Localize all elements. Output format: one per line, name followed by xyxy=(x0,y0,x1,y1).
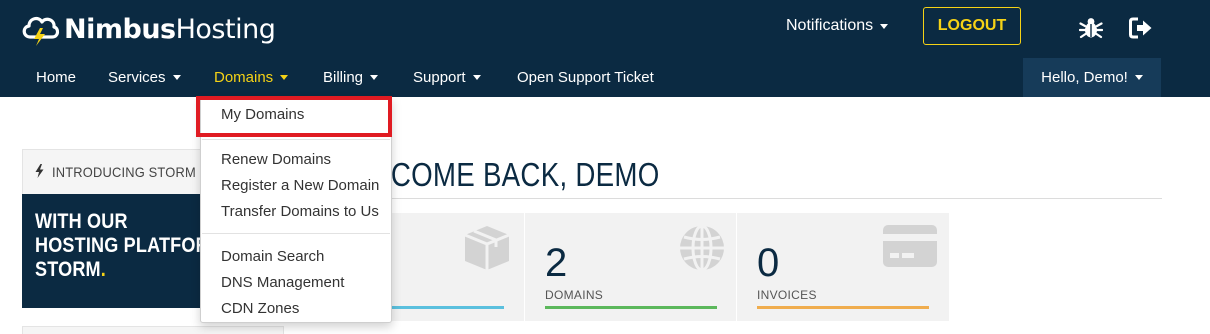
top-header: NimbusHosting Notifications LOGOUT xyxy=(0,0,1210,58)
nav-open-ticket[interactable]: Open Support Ticket xyxy=(517,58,654,97)
stat-tile-invoices[interactable]: 0 INVOICES xyxy=(737,213,949,321)
logout-button[interactable]: LOGOUT xyxy=(923,7,1021,45)
notifications-label: Notifications xyxy=(786,17,874,34)
domains-dropdown-menu: My Domains Renew Domains Register a New … xyxy=(200,97,392,323)
bolt-icon xyxy=(35,163,44,181)
stat-bar xyxy=(757,306,929,309)
menu-divider xyxy=(202,139,390,140)
stat-label: DOMAINS xyxy=(545,288,604,302)
caret-down-icon xyxy=(472,75,481,80)
menu-item-register-domain[interactable]: Register a New Domain xyxy=(221,177,379,194)
nav-domains-label: Domains xyxy=(214,69,274,86)
promo-line-text: STORM xyxy=(35,258,101,281)
stat-bar xyxy=(545,306,717,309)
nav-home-label: Home xyxy=(36,69,77,86)
menu-item-cdn-zones[interactable]: CDN Zones xyxy=(221,300,299,317)
brand-logo[interactable]: NimbusHosting xyxy=(20,9,276,49)
title-divider xyxy=(312,198,1162,199)
menu-divider xyxy=(202,233,390,234)
sidebar-panel xyxy=(22,326,284,334)
brand-name: NimbusHosting xyxy=(64,13,276,45)
menu-item-transfer-domains[interactable]: Transfer Domains to Us xyxy=(221,203,379,220)
caret-down-icon xyxy=(280,75,289,80)
stat-tile-domains[interactable]: 2 DOMAINS xyxy=(525,213,737,321)
globe-icon xyxy=(680,224,724,272)
main-nav: Home Services Domains Billing Support Op… xyxy=(0,58,1210,97)
nav-support[interactable]: Support xyxy=(413,58,481,97)
nav-billing-label: Billing xyxy=(323,69,364,86)
nav-billing[interactable]: Billing xyxy=(323,58,379,97)
nav-domains[interactable]: Domains xyxy=(214,58,289,97)
caret-down-icon xyxy=(880,23,889,29)
promo-dot: . xyxy=(100,258,106,281)
nav-services-label: Services xyxy=(108,69,166,86)
nav-services[interactable]: Services xyxy=(108,58,181,97)
caret-down-icon xyxy=(370,75,379,80)
user-menu-label: Hello, Demo! xyxy=(1041,69,1128,86)
stat-value: 0 xyxy=(757,241,780,285)
brand-name-light: Hosting xyxy=(175,13,276,45)
stat-value: 2 xyxy=(545,241,568,285)
menu-item-my-domains[interactable]: My Domains xyxy=(221,106,304,123)
cloud-bolt-icon xyxy=(22,16,60,46)
nav-open-ticket-label: Open Support Ticket xyxy=(517,69,654,86)
caret-down-icon xyxy=(1134,75,1143,80)
box-icon xyxy=(464,226,510,270)
bug-icon[interactable] xyxy=(1079,16,1103,40)
menu-item-renew-domains[interactable]: Renew Domains xyxy=(221,151,331,168)
credit-card-icon xyxy=(883,225,937,267)
nav-support-label: Support xyxy=(413,69,466,86)
menu-item-domain-search[interactable]: Domain Search xyxy=(221,248,324,265)
caret-down-icon xyxy=(172,75,181,80)
user-menu[interactable]: Hello, Demo! xyxy=(1023,58,1161,97)
nav-home[interactable]: Home xyxy=(36,58,76,97)
stat-label: INVOICES xyxy=(757,288,817,302)
promo-header-label: INTRODUCING STORM xyxy=(52,164,196,180)
notifications-menu[interactable]: Notifications xyxy=(786,17,889,35)
menu-item-dns-management[interactable]: DNS Management xyxy=(221,274,344,291)
brand-name-bold: Nimbus xyxy=(64,13,176,45)
sign-out-icon[interactable] xyxy=(1129,17,1153,39)
